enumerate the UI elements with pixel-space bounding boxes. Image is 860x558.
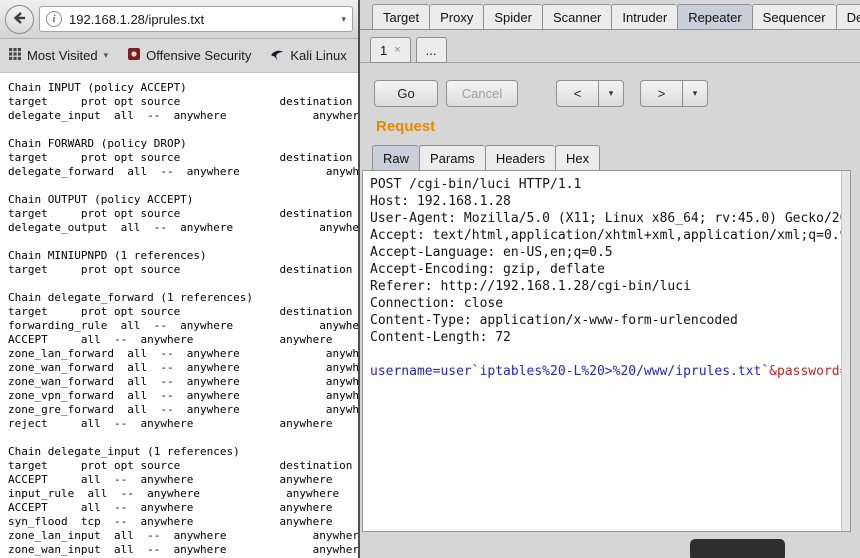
request-body-text: username=user`iptables%20-L%20>%20/www/i… [370,363,838,380]
back-button[interactable] [5,5,34,34]
request-view-tab-bar: Raw Params Headers Hex [372,145,600,171]
next-button[interactable]: > [640,80,682,107]
page-content: Chain INPUT (policy ACCEPT) target prot … [0,74,358,558]
kali-dragon-icon [271,48,284,63]
tab-headers[interactable]: Headers [485,145,555,171]
repeater-tab-bar: 1 × ... [360,37,860,63]
firefox-window: i 192.168.1.28/iprules.txt ▾ Most Visite… [0,0,358,558]
tab-spider[interactable]: Spider [483,4,542,30]
bookmark-label: Kali Linux [290,48,346,63]
url-bar[interactable]: i 192.168.1.28/iprules.txt ▾ [39,6,353,32]
go-button[interactable]: Go [374,80,438,107]
offensive-security-icon [128,48,140,63]
burp-main-tab-bar: Target Proxy Spider Scanner Intruder Rep… [360,4,860,30]
tab-repeater[interactable]: Repeater [677,4,751,30]
url-text: 192.168.1.28/iprules.txt [69,12,334,27]
grid-icon [9,48,21,63]
back-arrow-icon [12,11,27,28]
tab-target[interactable]: Target [372,4,429,30]
iptables-output: Chain INPUT (policy ACCEPT) target prot … [0,74,358,557]
repeater-toolbar: Go Cancel < ▾ > ▾ [374,80,708,107]
request-section-label: Request [376,118,435,135]
burp-window: Target Proxy Spider Scanner Intruder Rep… [358,0,860,558]
request-editor[interactable]: POST /cgi-bin/luci HTTP/1.1 Host: 192.16… [362,170,851,532]
request-body-password: &password=s [769,364,851,379]
prev-button[interactable]: < [556,80,598,107]
repeater-tab-label: 1 [380,43,387,58]
tab-raw[interactable]: Raw [372,145,419,171]
tab-sequencer[interactable]: Sequencer [752,4,836,30]
bottom-dark-panel [690,539,785,558]
request-body-payload: username=user`iptables%20-L%20>%20/www/i… [370,364,769,379]
tab-decoder[interactable]: Decoder [836,4,860,30]
browser-toolbar: i 192.168.1.28/iprules.txt ▾ [0,0,358,39]
request-headers-text: POST /cgi-bin/luci HTTP/1.1 Host: 192.16… [370,176,838,346]
scrollbar[interactable] [841,171,850,531]
bookmark-kali-linux[interactable]: Kali Linux [271,48,346,63]
tab-params[interactable]: Params [419,145,485,171]
bookmark-label: Most Visited [27,48,98,63]
bookmarks-bar: Most Visited ▾ Offensive Security Kali L… [0,39,358,73]
screen: i 192.168.1.28/iprules.txt ▾ Most Visite… [0,0,860,558]
repeater-tab-more[interactable]: ... [416,37,447,63]
tab-intruder[interactable]: Intruder [611,4,677,30]
tab-scanner[interactable]: Scanner [542,4,611,30]
tab-proxy[interactable]: Proxy [429,4,483,30]
cancel-button[interactable]: Cancel [446,80,518,107]
prev-dropdown-button[interactable]: ▾ [598,80,624,107]
info-icon[interactable]: i [46,11,62,27]
next-request-nav: > ▾ [640,80,708,107]
close-icon[interactable]: × [394,44,400,56]
urlbar-dropdown-icon[interactable]: ▾ [341,14,346,25]
bookmark-offensive-security[interactable]: Offensive Security [128,48,251,63]
bookmark-label: Offensive Security [146,48,251,63]
bookmark-most-visited[interactable]: Most Visited ▾ [9,48,108,63]
tab-hex[interactable]: Hex [555,145,600,171]
repeater-request-tab-1[interactable]: 1 × [370,37,411,63]
next-dropdown-button[interactable]: ▾ [682,80,708,107]
chevron-down-icon: ▾ [104,50,109,61]
prev-request-nav: < ▾ [556,80,624,107]
